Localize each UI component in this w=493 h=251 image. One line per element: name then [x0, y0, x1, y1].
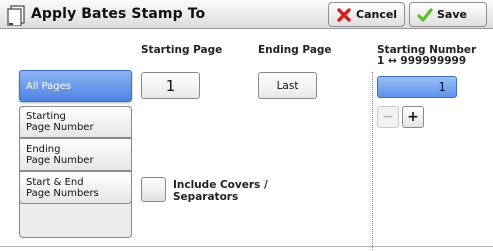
ending-page-header: Ending Page: [258, 44, 332, 56]
red-x-icon: [337, 8, 351, 22]
bates-stamp-icon: [7, 5, 25, 26]
ending-page-field[interactable]: Last: [258, 72, 317, 99]
save-button[interactable]: Save: [409, 2, 487, 27]
include-covers-checkbox[interactable]: [141, 177, 166, 202]
start-end-page-numbers-label: Start & End Page Numbers: [26, 176, 99, 199]
plus-icon: +: [407, 109, 419, 125]
minus-icon: −: [382, 109, 394, 125]
divider: [372, 72, 373, 250]
save-label: Save: [437, 8, 467, 21]
main-panel: Starting Page Ending Page Starting Numbe…: [0, 30, 493, 251]
number-range-label: 1 ↔ 999999999: [377, 55, 467, 67]
increment-button[interactable]: +: [402, 106, 424, 128]
decrement-button[interactable]: −: [377, 106, 399, 128]
all-pages-button[interactable]: All Pages: [19, 70, 132, 102]
cancel-label: Cancel: [356, 8, 398, 21]
all-pages-label: All Pages: [26, 80, 71, 92]
starting-page-field[interactable]: 1: [141, 72, 200, 99]
starting-page-header: Starting Page: [141, 44, 223, 56]
cancel-button[interactable]: Cancel: [328, 2, 405, 27]
starting-page-number-label: Starting Page Number: [26, 111, 94, 133]
bottom-divider: [0, 246, 493, 247]
starting-page-value: 1: [165, 76, 176, 95]
green-check-icon: [417, 8, 433, 22]
starting-number-field[interactable]: 1: [377, 76, 457, 98]
start-end-page-numbers-button[interactable]: Start & End Page Numbers: [19, 171, 132, 204]
ending-page-number-label: Ending Page Number: [26, 143, 94, 166]
page-title: Apply Bates Stamp To: [31, 6, 206, 22]
title-bar: Apply Bates Stamp To Cancel Save: [0, 0, 493, 29]
ending-page-number-button[interactable]: Ending Page Number: [19, 138, 132, 171]
starting-page-number-button[interactable]: Starting Page Number: [19, 106, 132, 138]
include-covers-label: Include Covers / Separators: [173, 179, 268, 203]
ending-page-value: Last: [276, 79, 299, 92]
